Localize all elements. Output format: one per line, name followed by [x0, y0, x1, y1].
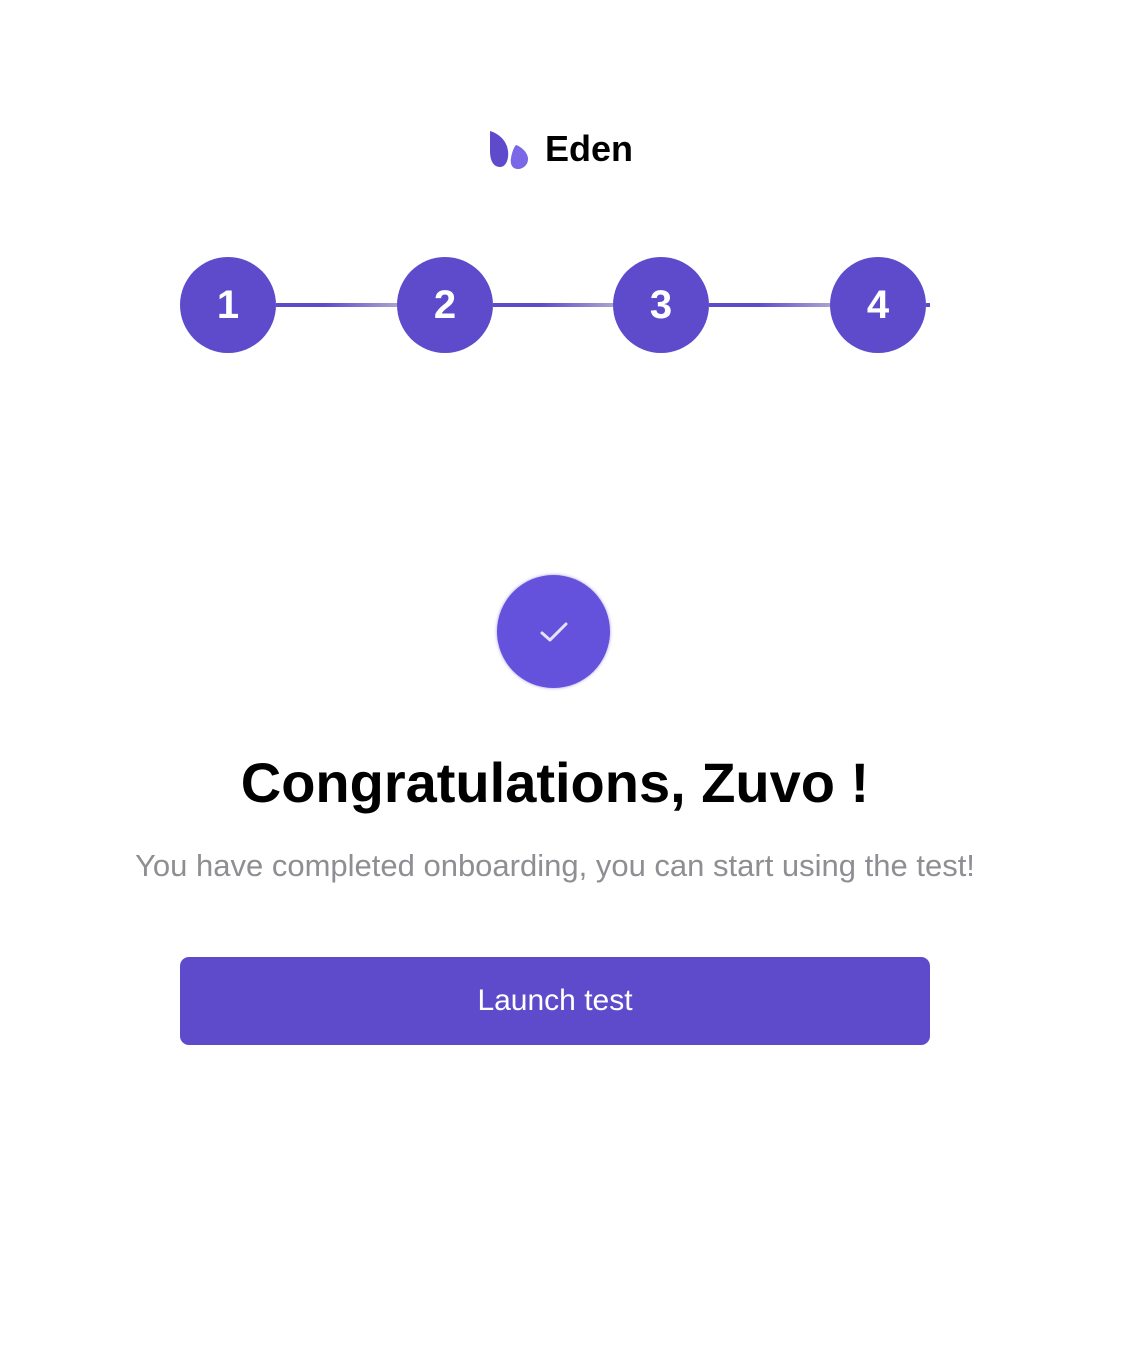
- eden-logo-icon: [490, 131, 528, 169]
- step-4: 4: [830, 257, 926, 353]
- step-4-label: 4: [866, 282, 890, 327]
- brand-header: Eden: [488, 124, 633, 174]
- step-2: 2: [397, 257, 493, 353]
- step-3-label: 3: [649, 282, 673, 327]
- onboarding-stepper: 1 2 3 4: [180, 257, 930, 353]
- checkmark-icon: [540, 622, 567, 641]
- launch-test-button[interactable]: Launch test: [180, 957, 930, 1045]
- completion-message: You have completed onboarding, you can s…: [135, 848, 975, 883]
- brand-name: Eden: [545, 128, 634, 169]
- step-connector-tail: [926, 303, 930, 307]
- step-connector: [276, 303, 397, 307]
- step-3: 3: [613, 257, 709, 353]
- congratulations-title: Congratulations, Zuvo !: [240, 751, 870, 814]
- step-2-label: 2: [433, 282, 457, 327]
- success-badge: [497, 575, 610, 688]
- step-connector: [493, 303, 613, 307]
- step-1-label: 1: [216, 282, 240, 327]
- step-connector: [709, 303, 830, 307]
- step-1: 1: [180, 257, 276, 353]
